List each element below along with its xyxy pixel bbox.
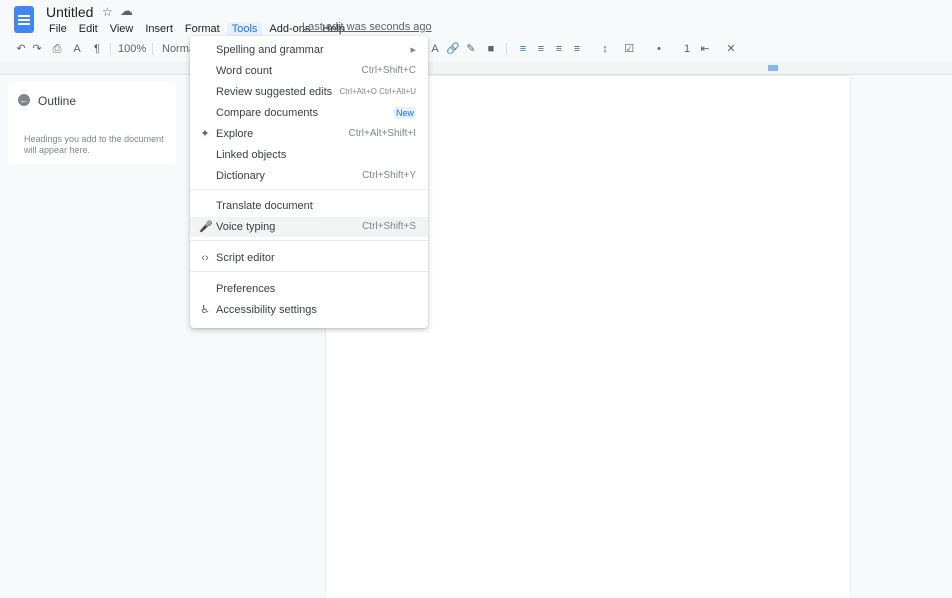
menu-item-explore[interactable]: ✦ Explore Ctrl+Alt+Shift+I (190, 124, 428, 144)
menu-item-label: Explore (216, 128, 254, 140)
checklist-icon[interactable]: ☑ (622, 42, 636, 56)
toolbar-divider (110, 43, 111, 55)
menu-item-label: Translate document (216, 200, 313, 212)
zoom-select[interactable]: 100% (118, 42, 146, 56)
print-icon[interactable]: ⎙ (50, 42, 64, 56)
ruler-indent-marker[interactable] (768, 65, 778, 71)
outline-title: Outline (38, 94, 77, 108)
numbered-list-icon[interactable]: 1 (680, 42, 694, 56)
menu-item-script-editor[interactable]: ‹› Script editor (190, 248, 428, 268)
align-left-icon[interactable]: ≡ (516, 42, 530, 56)
align-right-icon[interactable]: ≡ (552, 42, 566, 56)
style-select[interactable]: Normal text (162, 42, 192, 56)
star-icon[interactable]: ☆ (102, 5, 113, 19)
text-color-icon[interactable]: A (428, 42, 442, 56)
menu-item-label: Dictionary (216, 170, 265, 182)
document-title[interactable]: Untitled (46, 4, 93, 20)
submenu-arrow-icon: ▸ (410, 44, 416, 56)
cloud-status-icon: ☁ (120, 3, 133, 18)
menu-item-spelling[interactable]: Spelling and grammar ▸ (190, 40, 428, 60)
menu-item-linked-objects[interactable]: Linked objects (190, 145, 428, 165)
decrease-indent-icon[interactable]: ⇤ (698, 42, 712, 56)
redo-icon[interactable]: ↷ (30, 42, 44, 56)
menu-item-label: Review suggested edits (216, 86, 333, 98)
menu-item-dictionary[interactable]: Dictionary Ctrl+Shift+Y (190, 166, 428, 186)
image-icon[interactable]: ■ (484, 42, 498, 56)
menu-item-review-edits[interactable]: Review suggested edits Ctrl+Alt+O Ctrl+A… (190, 82, 428, 102)
menu-item-label: Word count (216, 65, 273, 77)
menu-item-accessibility[interactable]: ♿ Accessibility settings (190, 300, 428, 320)
menu-insert[interactable]: Insert (140, 22, 178, 38)
menu-item-shortcut: Ctrl+Alt+Shift+I (348, 128, 416, 139)
clear-formatting-icon[interactable]: ✕ (724, 42, 738, 56)
menu-item-shortcut: Ctrl+Alt+O Ctrl+Alt+U (339, 87, 416, 96)
menu-item-translate[interactable]: Translate document (190, 196, 428, 216)
menu-item-word-count[interactable]: Word count Ctrl+Shift+C (190, 61, 428, 81)
toolbar-divider (506, 43, 507, 55)
toolbar: ↶ ↷ ⎙ A ¶ 100% Normal text A 🔗 ✎ ■ ≡ ≡ ≡… (8, 42, 944, 60)
menu-divider (190, 271, 428, 272)
outline-hint: Headings you add to the document will ap… (24, 134, 164, 155)
bulleted-list-icon[interactable]: • (652, 42, 666, 56)
menu-divider (190, 240, 428, 241)
menu-item-label: Accessibility settings (216, 304, 317, 316)
title-bar: Untitled ☆ ☁ File Edit View Insert Forma… (0, 0, 952, 40)
menu-item-label: Compare documents (216, 107, 319, 119)
menu-item-label: Linked objects (216, 149, 287, 161)
outline-panel: ← Outline Headings you add to the docume… (8, 82, 176, 164)
comment-icon[interactable]: ✎ (464, 42, 478, 56)
toolbar-divider (152, 43, 153, 55)
accessibility-icon: ♿ (200, 304, 210, 316)
menu-item-shortcut: Ctrl+Shift+Y (362, 170, 416, 181)
menu-item-label: Preferences (216, 283, 276, 295)
code-icon: ‹› (201, 252, 209, 264)
outline-back-icon[interactable]: ← (18, 94, 30, 106)
menu-item-label: Spelling and grammar (216, 44, 324, 56)
menu-divider (190, 189, 428, 190)
menu-view[interactable]: View (105, 22, 139, 38)
undo-icon[interactable]: ↶ (14, 42, 28, 56)
last-edit-link[interactable]: Last edit was seconds ago (302, 21, 432, 33)
align-center-icon[interactable]: ≡ (534, 42, 548, 56)
line-spacing-icon[interactable]: ↕ (598, 42, 612, 56)
menu-item-voice-typing[interactable]: 🎤 Voice typing Ctrl+Shift+S (190, 217, 428, 237)
new-badge: New (394, 107, 416, 119)
menu-item-shortcut: Ctrl+Shift+C (361, 65, 416, 76)
tools-menu-dropdown: Spelling and grammar ▸ Word count Ctrl+S… (190, 36, 428, 328)
align-justify-icon[interactable]: ≡ (570, 42, 584, 56)
docs-logo-icon[interactable] (14, 6, 34, 33)
spellcheck-icon[interactable]: A (70, 42, 84, 56)
menu-item-label: Voice typing (216, 221, 276, 233)
menu-item-compare-documents[interactable]: Compare documents New (190, 103, 428, 123)
ruler[interactable] (0, 62, 952, 75)
menu-item-label: Script editor (216, 252, 275, 264)
paint-format-icon[interactable]: ¶ (90, 42, 104, 56)
link-icon[interactable]: 🔗 (446, 42, 460, 56)
explore-icon: ✦ (200, 128, 210, 140)
microphone-icon: 🎤 (199, 221, 213, 233)
menu-edit[interactable]: Edit (74, 22, 103, 38)
menu-file[interactable]: File (44, 22, 72, 38)
menu-item-preferences[interactable]: Preferences (190, 279, 428, 299)
menu-item-shortcut: Ctrl+Shift+S (362, 221, 416, 232)
